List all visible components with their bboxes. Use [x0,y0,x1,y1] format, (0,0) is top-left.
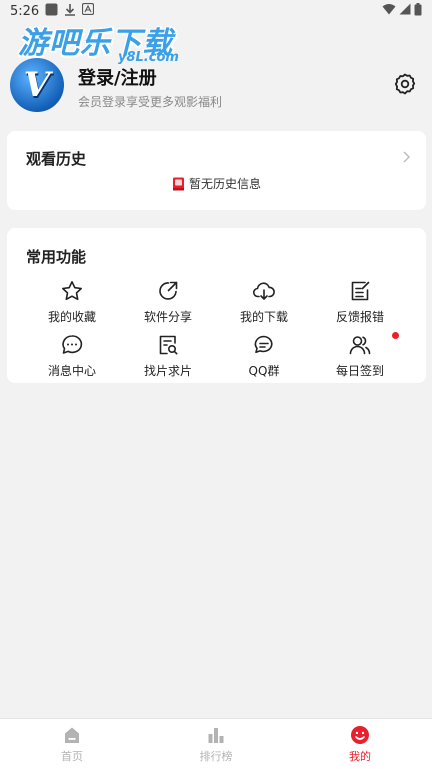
function-label: 消息中心 [47,364,96,378]
smile-face-icon [351,726,369,744]
nav-ranking[interactable]: 排行榜 [176,725,256,764]
star-icon [62,281,82,301]
function-label: 反馈报错 [335,310,384,324]
common-functions-card: 常用功能 我的收藏 软件分享 我的下载 反馈报错 消息中心 找片求片 QQ群 每… [7,228,426,383]
wifi-icon [382,3,396,19]
search-document-icon [159,335,178,355]
profile-header: V 登录/注册 会员登录享受更多观影福利 [0,56,432,120]
chevron-right-icon[interactable] [401,149,411,163]
function-label: 每日签到 [335,364,384,378]
function-request-movie[interactable]: 找片求片 [120,333,216,379]
nav-home-label: 首页 [61,750,83,763]
bottom-nav: 首页 排行榜 我的 [0,718,432,769]
login-subtitle: 会员登录享受更多观影福利 [78,95,223,109]
battery-icon [414,2,422,20]
login-register-link[interactable]: 登录/注册 [78,64,157,90]
function-favorites[interactable]: 我的收藏 [24,279,120,325]
function-qq-group[interactable]: QQ群 [216,333,312,379]
function-label: 找片求片 [143,364,192,378]
avatar-letter: V [23,65,51,105]
gear-icon[interactable] [393,72,417,96]
function-feedback[interactable]: 反馈报错 [312,279,408,325]
share-icon [159,281,178,300]
users-icon [349,336,371,355]
app-status-icon [82,2,95,19]
edit-note-icon [351,281,370,301]
function-label: 我的下载 [239,310,288,324]
nav-mine[interactable]: 我的 [320,725,400,764]
avatar[interactable]: V [10,58,64,112]
message-icon [62,335,83,354]
book-icon [172,177,185,191]
nav-mine-label: 我的 [349,750,371,763]
cloud-download-icon [252,282,275,300]
notification-icon [45,3,58,20]
nav-home[interactable]: 首页 [32,725,112,764]
checkin-badge-dot [392,332,399,339]
function-daily-checkin[interactable]: 每日签到 [312,333,408,379]
function-label: 软件分享 [143,310,192,324]
watch-history-card[interactable]: 观看历史 暂无历史信息 [7,131,426,210]
download-status-icon [64,3,76,20]
function-label: QQ群 [248,364,280,378]
common-functions-title: 常用功能 [26,248,87,266]
function-label: 我的收藏 [47,310,96,324]
function-messages[interactable]: 消息中心 [24,333,120,379]
home-icon [65,727,79,743]
function-share-app[interactable]: 软件分享 [120,279,216,325]
history-empty-state: 暂无历史信息 [7,175,426,192]
status-time: 5:26 [10,3,40,19]
bar-chart-icon [208,728,224,743]
function-downloads[interactable]: 我的下载 [216,279,312,325]
chat-bubbles-icon [254,335,273,354]
watch-history-title: 观看历史 [26,150,87,168]
signal-icon [399,3,411,19]
nav-ranking-label: 排行榜 [199,750,233,763]
history-empty-text: 暂无历史信息 [188,177,261,191]
